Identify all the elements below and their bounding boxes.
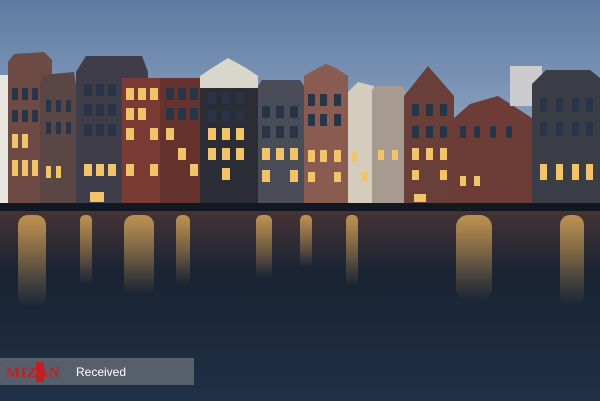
watermark-label: Received bbox=[76, 364, 127, 379]
news-agency-logo: MIZAN bbox=[6, 361, 70, 382]
canal-quay bbox=[0, 203, 600, 211]
watermark-bar: MIZAN Received bbox=[0, 358, 194, 385]
photo: MIZAN Received bbox=[0, 0, 600, 401]
water-reflection bbox=[0, 211, 600, 307]
canal-houses bbox=[0, 52, 600, 205]
logo-text: MIZAN bbox=[6, 364, 61, 381]
